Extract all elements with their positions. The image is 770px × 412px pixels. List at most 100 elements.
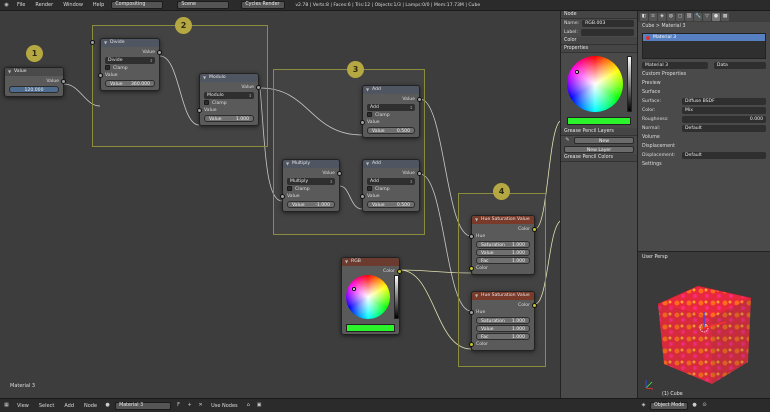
color-panel-header[interactable]: Color [561, 37, 637, 45]
node-multiply[interactable]: ▼Multiply Value Multiply Clamp Value Val… [280, 159, 342, 212]
properties-color-wheel[interactable] [567, 56, 623, 112]
settings-panel[interactable]: Settings [638, 160, 770, 169]
layers-tab-icon[interactable]: ≡ [649, 12, 657, 21]
link-select[interactable]: Data [713, 62, 766, 69]
node-panel-header[interactable]: Node [561, 11, 637, 19]
menu-node[interactable]: Node [81, 403, 100, 409]
menu-window[interactable]: Window [60, 2, 86, 8]
grease-pencil-colors-header[interactable]: Grease Pencil Colors [561, 154, 637, 162]
properties-color-swatch[interactable] [567, 117, 631, 125]
use-nodes-toggle[interactable]: Use Nodes [208, 403, 241, 409]
operation-select[interactable]: Modulo [204, 92, 254, 99]
3d-viewport[interactable]: User Persp (1) Cube [637, 251, 770, 398]
node-editor[interactable]: 1 2 3 4 ▼ Value Value 120.000 ▼ Divide Val… [0, 11, 560, 398]
operation-select[interactable]: Add [367, 178, 415, 185]
new-layer-button[interactable]: New Layer [564, 146, 634, 153]
value-field[interactable]: Value 1.000 [476, 249, 530, 256]
fake-user-icon[interactable]: F [175, 402, 182, 409]
texture-tab-icon[interactable]: ▩ [721, 12, 729, 21]
properties-value-slider[interactable] [627, 56, 632, 112]
modifiers-tab-icon[interactable]: 🔧 [694, 12, 702, 21]
render-tab-icon[interactable]: ◧ [640, 12, 648, 21]
menu-help[interactable]: Help [90, 2, 107, 8]
output-socket[interactable] [157, 50, 162, 55]
color-picker-cursor[interactable] [575, 70, 579, 74]
menu-view[interactable]: View [14, 403, 32, 409]
collapse-icon[interactable]: ▼ [475, 292, 478, 300]
collapse-icon[interactable]: ▼ [345, 258, 348, 266]
operation-select[interactable]: Add [367, 104, 415, 111]
output-socket[interactable] [397, 269, 402, 274]
pencil-icon[interactable]: ✎ [564, 137, 571, 144]
backdrop-icon[interactable]: ▣ [256, 402, 263, 409]
menu-file[interactable]: File [14, 2, 28, 8]
clamp-checkbox[interactable] [367, 112, 372, 117]
add-material-icon[interactable]: + [186, 402, 193, 409]
constraints-tab-icon[interactable]: ⛓ [685, 12, 693, 21]
value-field[interactable]: Value 1.000 [476, 325, 530, 332]
interaction-mode-select[interactable]: Object Mode [650, 401, 688, 410]
output-socket[interactable] [417, 97, 422, 102]
value-field[interactable]: 120.000 [9, 86, 59, 93]
roughness-field[interactable]: 0.000 [682, 116, 766, 123]
clamp-checkbox[interactable] [367, 186, 372, 191]
material-slot-list[interactable]: Material 3 [642, 33, 766, 59]
input-socket[interactable] [98, 73, 103, 78]
color-swatch[interactable] [346, 324, 395, 332]
input-socket[interactable] [469, 310, 474, 315]
displacement-panel[interactable]: Displacement [638, 142, 770, 151]
material-tab-icon[interactable]: ● [712, 12, 720, 21]
volume-panel[interactable]: Volume [638, 133, 770, 142]
shading-icon[interactable]: ● [691, 402, 698, 409]
fac-field[interactable]: Fac 1.000 [476, 333, 530, 340]
properties-panel-header[interactable]: Properties [561, 45, 637, 53]
input-socket[interactable] [469, 342, 474, 347]
output-socket[interactable] [417, 171, 422, 176]
clamp-checkbox[interactable] [287, 186, 292, 191]
collapse-icon[interactable]: ▼ [104, 39, 107, 47]
node-hue-saturation-value-2[interactable]: ▼ Hue Saturation Value Color Hue Saturati… [469, 291, 537, 351]
snap-icon[interactable]: ⌂ [245, 402, 252, 409]
value-field[interactable]: Value 0.500 [367, 201, 415, 208]
color-input-select[interactable]: Mix [682, 107, 766, 114]
value-slider[interactable] [394, 275, 399, 319]
node-add-1[interactable]: ▼Add Value Add Clamp Value Value0.500 [360, 85, 422, 138]
value-field[interactable]: Value -1.000 [287, 201, 335, 208]
clamp-checkbox[interactable] [105, 65, 110, 70]
view3d-editor-icon[interactable]: ◈ [640, 402, 647, 409]
displacement-select[interactable]: Default [682, 152, 766, 159]
node-hue-saturation-value-1[interactable]: ▼ Hue Saturation Value Color Hue Saturati… [469, 215, 537, 275]
collapse-icon[interactable]: ▼ [366, 86, 369, 94]
surface-panel[interactable]: Surface [638, 88, 770, 97]
material-select[interactable]: Material 3 [115, 401, 172, 410]
material-slot-item[interactable]: Material 3 [643, 34, 765, 41]
scene-tab-icon[interactable]: ◈ [658, 12, 666, 21]
input-socket[interactable] [280, 194, 285, 199]
color-wheel[interactable] [346, 275, 390, 319]
fac-field[interactable]: Fac 1.000 [476, 257, 530, 264]
world-tab-icon[interactable]: ◍ [667, 12, 675, 21]
collapse-icon[interactable]: ▼ [475, 216, 478, 224]
preview-panel[interactable]: Preview [638, 79, 770, 88]
output-socket[interactable] [532, 303, 537, 308]
material-datablock-select[interactable]: Material 3 [642, 62, 708, 69]
collapse-icon[interactable]: ▼ [203, 74, 206, 82]
input-socket[interactable] [360, 194, 365, 199]
saturation-field[interactable]: Saturation 1.000 [476, 241, 530, 248]
collapse-icon[interactable]: ▼ [8, 68, 11, 76]
color-picker-cursor[interactable] [352, 287, 356, 291]
custom-properties-panel[interactable]: Custom Properties [638, 70, 770, 79]
node-modulo[interactable]: ▼Modulo Value Modulo Clamp Value Value1.… [197, 73, 261, 126]
object-tab-icon[interactable]: ▢ [676, 12, 684, 21]
menu-render[interactable]: Render [32, 2, 56, 8]
new-grease-pencil-button[interactable]: New [574, 137, 634, 144]
shader-type-icon[interactable]: ● [104, 402, 111, 409]
scene-select[interactable]: Scene [177, 1, 230, 9]
collapse-icon[interactable]: ▼ [366, 160, 369, 168]
node-divide[interactable]: ▼Divide Value Divide Clamp Value Value36… [90, 38, 162, 91]
value-field[interactable]: Value 360.000 [90, 40, 155, 87]
value-field[interactable]: Value 0.500 [367, 127, 415, 134]
node-add-2[interactable]: ▼Add Value Add Clamp Value Value0.500 [360, 159, 422, 212]
menu-select[interactable]: Select [36, 403, 57, 409]
pivot-icon[interactable]: ⊙ [701, 402, 708, 409]
